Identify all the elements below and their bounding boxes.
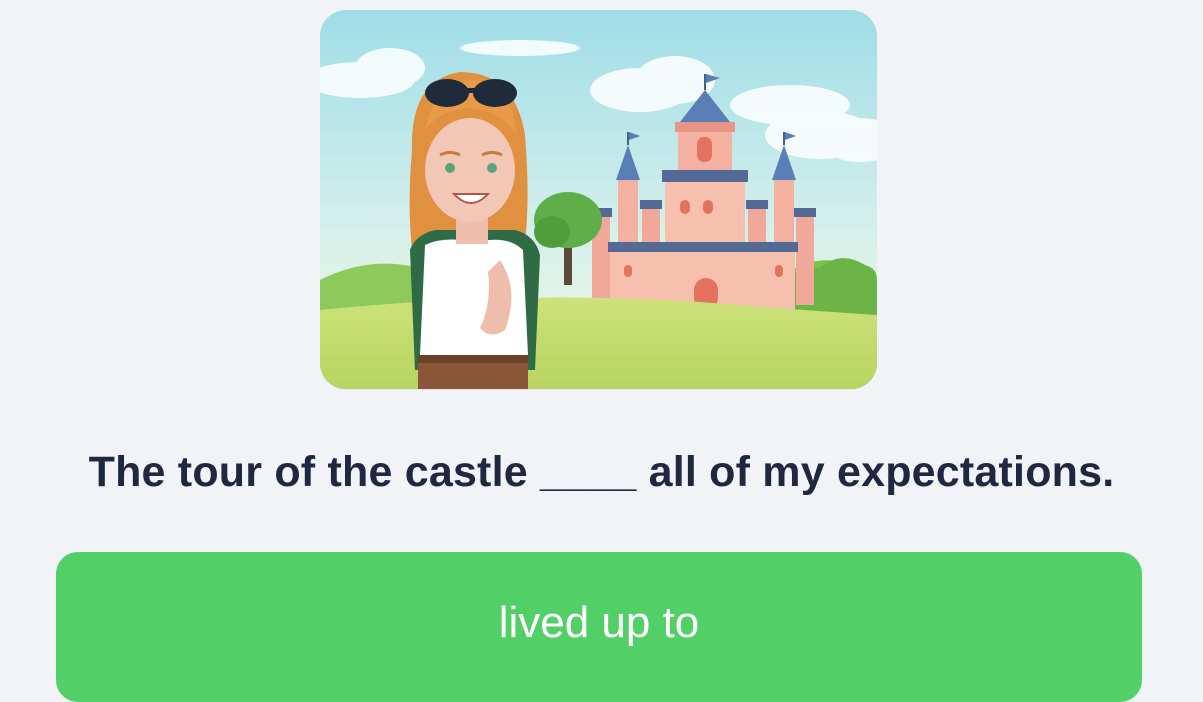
answer-option-button[interactable]: lived up to [56, 552, 1142, 702]
question-text: The tour of the castle ____ all of my ex… [88, 448, 1115, 496]
answer-option-label: lived up to [498, 598, 700, 647]
front-grass [320, 297, 877, 389]
traveler-character [409, 72, 540, 389]
exercise-illustration [320, 10, 877, 389]
